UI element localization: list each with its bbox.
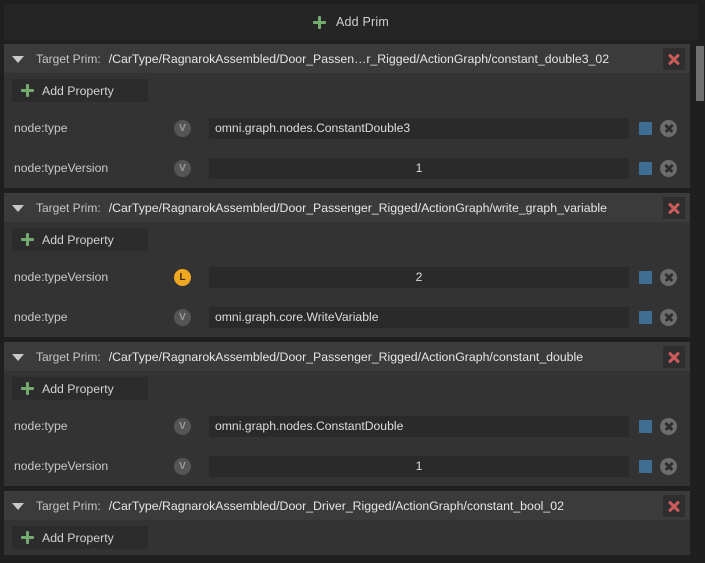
target-prim-path[interactable]: /CarType/RagnarokAssembled/Door_Passenge… — [109, 201, 663, 215]
clear-property-button[interactable] — [660, 268, 677, 286]
property-badge-icon: V — [174, 159, 191, 177]
clear-property-button[interactable] — [660, 457, 677, 475]
prim-section: Target Prim: /CarType/RagnarokAssembled/… — [4, 491, 690, 555]
property-badge-icon: V — [174, 308, 191, 326]
delete-prim-button[interactable] — [663, 346, 685, 368]
property-name: node:type — [14, 310, 68, 324]
property-indicator-swatch[interactable] — [639, 310, 652, 324]
property-value-input[interactable]: 1 — [209, 455, 629, 477]
add-prim-label: Add Prim — [335, 15, 389, 29]
property-editor-panel: Add Prim Target Prim: /CarType/RagnarokA… — [0, 0, 705, 563]
add-property-row: Add Property — [4, 73, 690, 108]
target-prim-label: Target Prim: — [36, 52, 101, 66]
target-prim-label: Target Prim: — [36, 350, 101, 364]
target-prim-path[interactable]: /CarType/RagnarokAssembled/Door_Driver_R… — [109, 499, 663, 513]
add-prim-button[interactable]: Add Prim — [4, 4, 698, 40]
add-property-label: Add Property — [42, 83, 114, 98]
property-name: node:typeVersion — [14, 161, 109, 175]
plus-icon — [21, 382, 34, 395]
plus-icon — [21, 84, 34, 97]
prim-section: Target Prim: /CarType/RagnarokAssembled/… — [4, 44, 690, 188]
delete-prim-button[interactable] — [663, 495, 685, 517]
target-prim-label: Target Prim: — [36, 499, 101, 513]
close-x-icon — [667, 52, 681, 66]
property-indicator-swatch[interactable] — [639, 419, 652, 433]
prim-section-header[interactable]: Target Prim: /CarType/RagnarokAssembled/… — [4, 45, 690, 73]
delete-prim-button[interactable] — [663, 48, 685, 70]
add-property-label: Add Property — [42, 530, 114, 545]
property-badge-icon: L — [174, 268, 191, 286]
scrollbar-thumb[interactable] — [696, 46, 704, 101]
property-value-input[interactable]: omni.graph.nodes.ConstantDouble — [209, 415, 629, 437]
property-name: node:typeVersion — [14, 459, 109, 473]
plus-icon — [21, 531, 34, 544]
property-indicator-swatch[interactable] — [639, 459, 652, 473]
property-row: node:type V omni.graph.core.WriteVariabl… — [4, 297, 690, 337]
property-badge-icon: V — [174, 457, 191, 475]
prim-section-header[interactable]: Target Prim: /CarType/RagnarokAssembled/… — [4, 343, 690, 371]
property-value-input[interactable]: omni.graph.nodes.ConstantDouble3 — [209, 117, 629, 139]
property-row: node:typeVersion V 1 — [4, 446, 690, 486]
property-row: node:typeVersion V 1 — [4, 148, 690, 188]
property-name: node:type — [14, 121, 68, 135]
add-property-button[interactable]: Add Property — [12, 228, 148, 251]
property-badge-icon: V — [174, 417, 191, 435]
clear-property-button[interactable] — [660, 119, 677, 137]
close-x-icon — [667, 350, 681, 364]
prim-section: Target Prim: /CarType/RagnarokAssembled/… — [4, 342, 690, 486]
prim-section-header[interactable]: Target Prim: /CarType/RagnarokAssembled/… — [4, 194, 690, 222]
add-property-label: Add Property — [42, 381, 114, 396]
chevron-down-icon[interactable] — [12, 55, 24, 63]
chevron-down-icon[interactable] — [12, 353, 24, 361]
property-row: node:type V omni.graph.nodes.ConstantDou… — [4, 108, 690, 148]
plus-icon — [312, 15, 326, 29]
clear-property-button[interactable] — [660, 159, 677, 177]
prim-section: Target Prim: /CarType/RagnarokAssembled/… — [4, 193, 690, 337]
add-property-row: Add Property — [4, 520, 690, 555]
target-prim-path[interactable]: /CarType/RagnarokAssembled/Door_Passenge… — [109, 350, 663, 364]
target-prim-path[interactable]: /CarType/RagnarokAssembled/Door_Passen…r… — [109, 52, 663, 66]
property-value-input[interactable]: omni.graph.core.WriteVariable — [209, 306, 629, 328]
chevron-down-icon[interactable] — [12, 204, 24, 212]
plus-icon — [21, 233, 34, 246]
property-value-input[interactable]: 1 — [209, 157, 629, 179]
close-x-icon — [667, 499, 681, 513]
target-prim-label: Target Prim: — [36, 201, 101, 215]
add-property-button[interactable]: Add Property — [12, 377, 148, 400]
clear-property-button[interactable] — [660, 417, 677, 435]
clear-property-button[interactable] — [660, 308, 677, 326]
vertical-scrollbar[interactable] — [694, 44, 705, 563]
property-badge-icon: V — [174, 119, 191, 137]
property-indicator-swatch[interactable] — [639, 121, 652, 135]
property-value-input[interactable]: 2 — [209, 266, 629, 288]
property-row: node:type V omni.graph.nodes.ConstantDou… — [4, 406, 690, 446]
add-property-button[interactable]: Add Property — [12, 79, 148, 102]
property-row: node:typeVersion L 2 — [4, 257, 690, 297]
delete-prim-button[interactable] — [663, 197, 685, 219]
prim-section-header[interactable]: Target Prim: /CarType/RagnarokAssembled/… — [4, 492, 690, 520]
property-name: node:type — [14, 419, 68, 433]
add-property-row: Add Property — [4, 371, 690, 406]
property-indicator-swatch[interactable] — [639, 270, 652, 284]
add-property-label: Add Property — [42, 232, 114, 247]
close-x-icon — [667, 201, 681, 215]
property-indicator-swatch[interactable] — [639, 161, 652, 175]
prim-sections-list: Target Prim: /CarType/RagnarokAssembled/… — [4, 44, 694, 563]
add-property-button[interactable]: Add Property — [12, 526, 148, 549]
property-name: node:typeVersion — [14, 270, 109, 284]
add-property-row: Add Property — [4, 222, 690, 257]
chevron-down-icon[interactable] — [12, 502, 24, 510]
